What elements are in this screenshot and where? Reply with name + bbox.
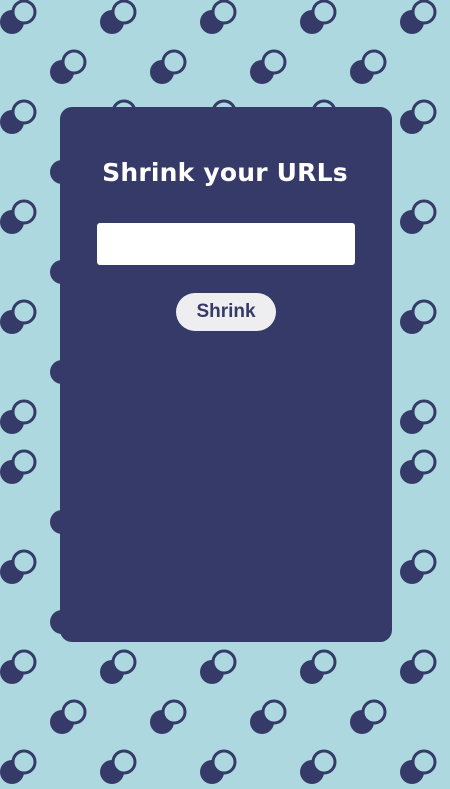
- overlapping-circles-icon: [98, 749, 137, 786]
- overlapping-circles-icon: [298, 649, 337, 686]
- overlapping-circles-icon: [98, 649, 137, 686]
- overlapping-circles-icon: [48, 699, 87, 736]
- overlapping-circles-icon: [0, 0, 37, 36]
- overlapping-circles-icon: [0, 449, 37, 486]
- overlapping-circles-icon: [0, 749, 37, 786]
- page-title: Shrink your URLs: [102, 158, 348, 187]
- overlapping-circles-icon: [398, 649, 437, 686]
- overlapping-circles-icon: [98, 0, 137, 36]
- overlapping-circles-icon: [398, 449, 437, 486]
- overlapping-circles-icon: [398, 99, 437, 136]
- overlapping-circles-icon: [398, 0, 437, 36]
- overlapping-circles-icon: [198, 0, 237, 36]
- overlapping-circles-icon: [248, 49, 287, 86]
- overlapping-circles-icon: [48, 49, 87, 86]
- overlapping-circles-icon: [248, 699, 287, 736]
- overlapping-circles-icon: [198, 749, 237, 786]
- overlapping-circles-icon: [398, 749, 437, 786]
- overlapping-circles-icon: [298, 749, 337, 786]
- page: { "app": { "title": "Shrink your URLs" }…: [0, 0, 450, 789]
- overlapping-circles-icon: [0, 299, 37, 336]
- overlapping-circles-icon: [398, 399, 437, 436]
- overlapping-circles-icon: [198, 649, 237, 686]
- overlapping-circles-icon: [398, 549, 437, 586]
- overlapping-circles-icon: [298, 0, 337, 36]
- overlapping-circles-icon: [398, 199, 437, 236]
- overlapping-circles-icon: [0, 399, 37, 436]
- overlapping-circles-icon: [348, 49, 387, 86]
- shrink-button[interactable]: Shrink: [176, 293, 276, 331]
- overlapping-circles-icon: [0, 199, 37, 236]
- overlapping-circles-icon: [0, 99, 37, 136]
- overlapping-circles-icon: [148, 699, 187, 736]
- overlapping-circles-icon: [348, 699, 387, 736]
- overlapping-circles-icon: [148, 49, 187, 86]
- overlapping-circles-icon: [0, 549, 37, 586]
- overlapping-circles-icon: [0, 649, 37, 686]
- overlapping-circles-icon: [398, 299, 437, 336]
- url-input[interactable]: [97, 223, 355, 265]
